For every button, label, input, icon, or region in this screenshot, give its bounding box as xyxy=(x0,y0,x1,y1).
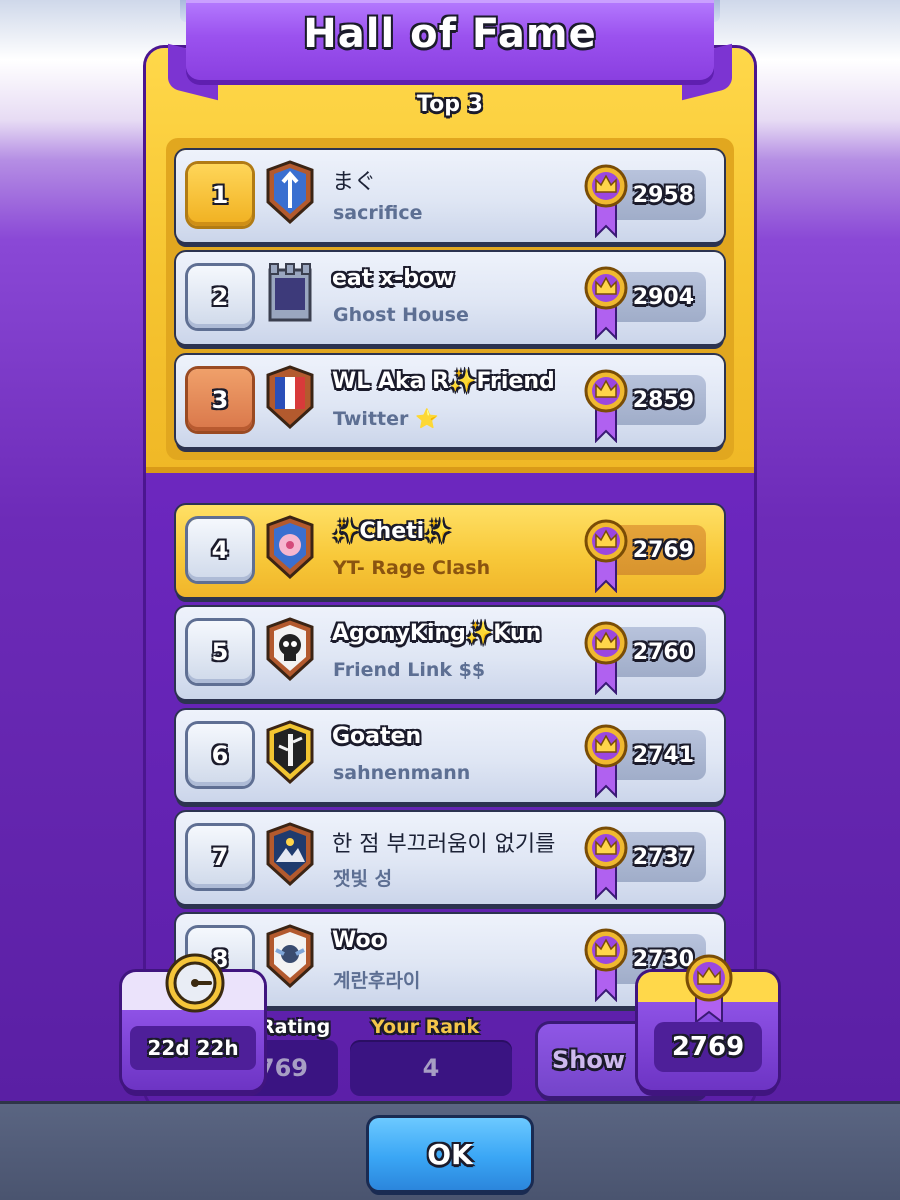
title-banner: Hall of Fame xyxy=(186,0,714,80)
rank-number: 6 xyxy=(211,741,229,769)
top3-title: Top 3 xyxy=(417,92,483,117)
french-flag-badge-icon xyxy=(266,365,314,429)
winged-badge-icon xyxy=(266,924,314,988)
rank-number: 5 xyxy=(211,638,229,666)
leaderboard-row[interactable]: 2 eat x-bow Ghost House 2904 xyxy=(176,252,724,344)
player-name: まぐ xyxy=(332,170,377,195)
mountain-badge-icon xyxy=(266,822,314,886)
season-timer-card: 22d 22h xyxy=(122,953,264,1090)
leaderboard-row[interactable]: 6 Goaten sahnenmann 2741 xyxy=(176,710,724,802)
crown-medal-icon xyxy=(584,724,628,798)
current-rating-value: 2769 xyxy=(654,1022,762,1072)
rating-label: Rating xyxy=(260,1016,331,1038)
bamboo-badge-icon xyxy=(266,720,314,784)
clan-name: Friend Link $$ xyxy=(333,659,486,681)
moon-tower-badge-icon xyxy=(268,263,312,322)
rank-box: 7 xyxy=(188,826,252,888)
rank-box: 4 xyxy=(188,519,252,581)
skull-badge-icon xyxy=(266,617,314,681)
show-button-label: Show xyxy=(552,1046,626,1074)
your-rank-value: 4 xyxy=(350,1040,512,1096)
rank-number: 2 xyxy=(211,283,229,311)
clan-name: Ghost House xyxy=(333,304,469,326)
rank-box: 3 xyxy=(188,369,252,431)
player-name: ✨Cheti✨ xyxy=(332,519,452,544)
crown-medal-icon xyxy=(584,621,628,695)
clan-name: 계란후라이 xyxy=(333,970,421,992)
crown-medal-icon xyxy=(584,266,628,340)
rank-number: 1 xyxy=(211,181,229,209)
ok-button[interactable]: OK xyxy=(369,1118,531,1190)
crown-medal-icon xyxy=(584,164,628,238)
leaderboard-row[interactable]: 4 ✨Cheti✨ YT- Rage Clash 2769 xyxy=(176,505,724,597)
crown-medal-icon xyxy=(584,519,628,593)
rank-number: 4 xyxy=(211,536,229,564)
crown-medal-icon xyxy=(584,928,628,1002)
player-name: 한 점 부끄러움이 없기를 xyxy=(332,832,556,857)
leaderboard-row[interactable]: 5 AgonyKing✨Kun Friend Link $$ 2760 xyxy=(176,607,724,699)
rank-box: 5 xyxy=(188,621,252,683)
timer-value: 22d 22h xyxy=(130,1026,256,1070)
player-name: Goaten xyxy=(332,724,422,749)
flower-badge-icon xyxy=(266,515,314,579)
rank-box: 2 xyxy=(188,266,252,328)
clan-name: sahnenmann xyxy=(333,762,471,784)
crown-medal-icon xyxy=(584,826,628,900)
clan-name: YT- Rage Clash xyxy=(333,557,491,579)
player-name: WL Aka R✨Friend xyxy=(332,369,555,394)
leaderboard-row[interactable]: 1 まぐ sacrifice 2958 xyxy=(176,150,724,242)
rank-number: 3 xyxy=(211,386,229,414)
clan-name: Twitter ⭐ xyxy=(333,408,439,430)
leaderboard-row[interactable]: 3 WL Aka R✨Friend Twitter ⭐ 2859 xyxy=(176,355,724,447)
crown-medal-icon xyxy=(685,954,733,1024)
clan-name: 잿빛 성 xyxy=(333,868,393,890)
page-title: Hall of Fame xyxy=(303,11,597,57)
player-name: eat x-bow xyxy=(332,266,455,291)
stopwatch-icon xyxy=(165,953,225,1013)
ok-button-label: OK xyxy=(427,1137,473,1171)
rank-box: 1 xyxy=(188,164,252,226)
leaderboard-row[interactable]: 7 한 점 부끄러움이 없기를 잿빛 성 2737 xyxy=(176,812,724,904)
player-name: Woo xyxy=(332,928,386,953)
arrow-badge-icon xyxy=(266,160,314,224)
clan-name: sacrifice xyxy=(333,202,423,224)
your-rank-label: Your Rank xyxy=(371,1016,480,1038)
rank-box: 6 xyxy=(188,724,252,786)
crown-medal-icon xyxy=(584,369,628,443)
rank-number: 7 xyxy=(211,843,229,871)
player-name: AgonyKing✨Kun xyxy=(332,621,542,646)
current-rating-card: 2769 xyxy=(638,954,778,1090)
